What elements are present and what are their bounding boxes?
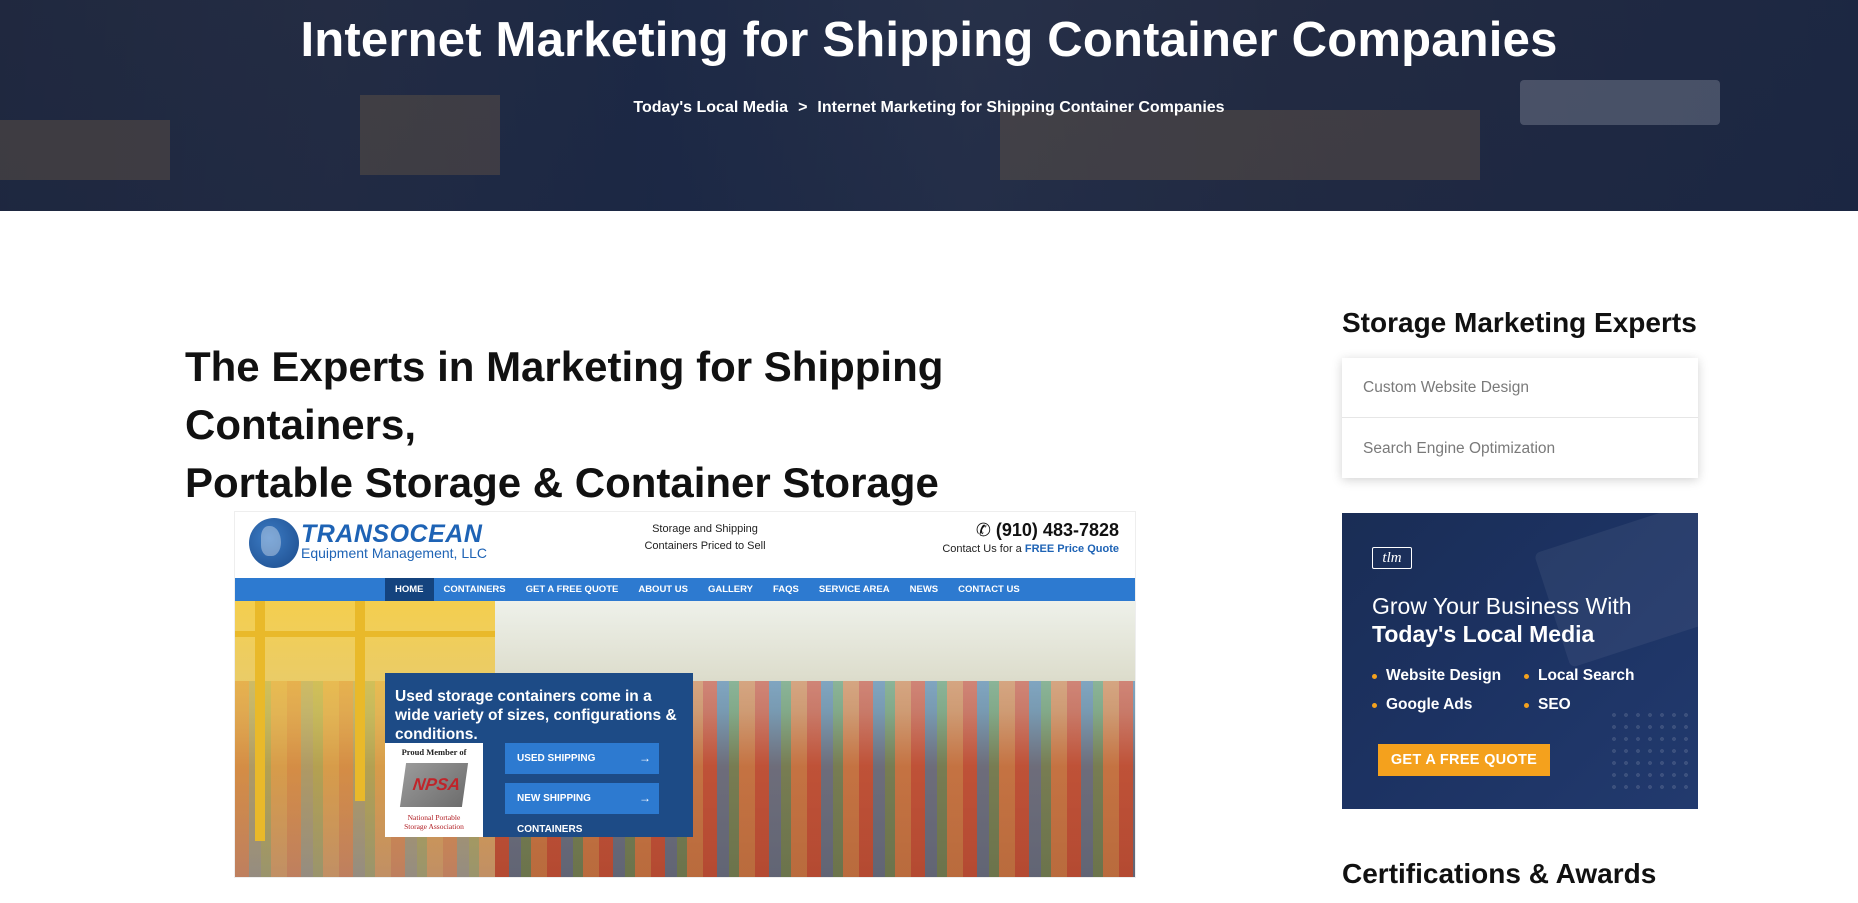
- services-item-seo[interactable]: Search Engine Optimization: [1342, 419, 1698, 479]
- breadcrumb-current: Internet Marketing for Shipping Containe…: [817, 99, 1225, 116]
- screenshot-promo-text: Used storage containers come in a wide v…: [395, 688, 677, 743]
- npsa-logo-text: NPSA: [411, 775, 462, 794]
- screenshot-nav-item: CONTACT US: [958, 584, 1020, 595]
- screenshot-nav: HOME CONTAINERS GET A FREE QUOTE ABOUT U…: [235, 578, 1135, 601]
- screenshot-phone: ✆ (910) 483-7828: [976, 520, 1119, 541]
- hero-bg-table: [0, 120, 170, 180]
- npsa-badge: Proud Member of NPSA National Portable S…: [385, 743, 483, 837]
- npsa-top-text: Proud Member of: [401, 747, 467, 757]
- screenshot-nav-item: SERVICE AREA: [818, 584, 890, 595]
- breadcrumb-home-link[interactable]: Today's Local Media: [633, 99, 788, 116]
- promo-card: tlm Grow Your Business With Today's Loca…: [1342, 513, 1698, 809]
- screenshot-contact-link: FREE Price Quote: [1024, 543, 1119, 555]
- promo-card-bullet: Google Ads: [1372, 696, 1472, 714]
- screenshot-contact: Contact Us for a FREE Price Quote: [942, 543, 1119, 555]
- hero-bg-table: [1000, 110, 1480, 180]
- promo-card-bullet: SEO: [1524, 696, 1571, 714]
- promo-card-bg-dots: [1608, 709, 1688, 789]
- promo-card-bullet: Local Search: [1524, 667, 1635, 685]
- npsa-bottom-line2: Storage Association: [404, 822, 464, 831]
- main-heading-line1: The Experts in Marketing for Shipping Co…: [185, 343, 944, 448]
- npsa-bottom-line1: National Portable: [407, 813, 461, 822]
- screenshot-new-containers-label: NEW SHIPPING CONTAINERS: [517, 793, 591, 835]
- screenshot-promo-box: Used storage containers come in a wide v…: [385, 673, 693, 837]
- screenshot-crane-bar: [255, 601, 265, 841]
- screenshot-nav-item: HOME: [385, 578, 434, 601]
- screenshot-nav-item: GET A FREE QUOTE: [525, 584, 619, 595]
- screenshot-tagline-line1: Storage and Shipping: [652, 523, 758, 535]
- screenshot-nav-item: FAQS: [773, 584, 799, 595]
- screenshot-nav-item: GALLERY: [707, 584, 753, 595]
- sidebar-title: Storage Marketing Experts: [1342, 307, 1697, 338]
- arrow-right-icon: →: [639, 791, 651, 805]
- promo-card-bullet: Website Design: [1372, 667, 1501, 685]
- screenshot-header: TRANSOCEAN Equipment Management, LLC Sto…: [235, 512, 1135, 578]
- main-heading: The Experts in Marketing for Shipping Co…: [185, 338, 1125, 512]
- screenshot-tagline: Storage and Shipping Containers Priced t…: [635, 521, 775, 555]
- screenshot-tagline-line2: Containers Priced to Sell: [644, 540, 766, 552]
- screenshot-logo-sub: Equipment Management, LLC: [301, 545, 487, 561]
- screenshot-used-containers-button: USED SHIPPING CONTAINERS →: [505, 743, 659, 795]
- screenshot-contact-prefix: Contact Us for a: [942, 543, 1022, 555]
- main-heading-line2: Portable Storage & Container Storage: [185, 459, 939, 506]
- screenshot-nav-item: CONTAINERS: [443, 584, 506, 595]
- screenshot-phone-number: (910) 483-7828: [995, 520, 1119, 540]
- globe-logo-icon: [249, 518, 299, 568]
- certifications-title: Certifications & Awards: [1342, 858, 1657, 889]
- screenshot-crane-bar: [235, 631, 495, 637]
- screenshot-nav-item: ABOUT US: [638, 584, 688, 595]
- screenshot-hero-image: Used storage containers come in a wide v…: [235, 601, 1135, 877]
- tlm-logo: tlm: [1372, 547, 1412, 569]
- get-free-quote-button[interactable]: GET A FREE QUOTE: [1378, 744, 1550, 776]
- screenshot-nav-item: NEWS: [909, 584, 939, 595]
- breadcrumb-separator: >: [798, 99, 808, 116]
- arrow-right-icon: →: [639, 751, 651, 765]
- services-menu: Custom Website Design Search Engine Opti…: [1342, 358, 1698, 478]
- npsa-logo-icon: NPSA: [399, 763, 469, 807]
- promo-card-line1: Grow Your Business With: [1372, 593, 1632, 619]
- page-hero: Internet Marketing for Shipping Containe…: [0, 0, 1858, 211]
- screenshot-new-containers-button: NEW SHIPPING CONTAINERS →: [505, 783, 659, 835]
- promo-card-line2: Today's Local Media: [1372, 621, 1595, 647]
- services-item-custom-website-design[interactable]: Custom Website Design: [1342, 358, 1698, 418]
- client-website-screenshot: TRANSOCEAN Equipment Management, LLC Sto…: [235, 512, 1135, 877]
- npsa-bottom-text: National Portable Storage Association: [385, 813, 483, 831]
- breadcrumb: Today's Local Media > Internet Marketing f…: [0, 99, 1858, 117]
- phone-icon: ✆: [975, 520, 996, 540]
- page-title: Internet Marketing for Shipping Containe…: [300, 13, 1558, 67]
